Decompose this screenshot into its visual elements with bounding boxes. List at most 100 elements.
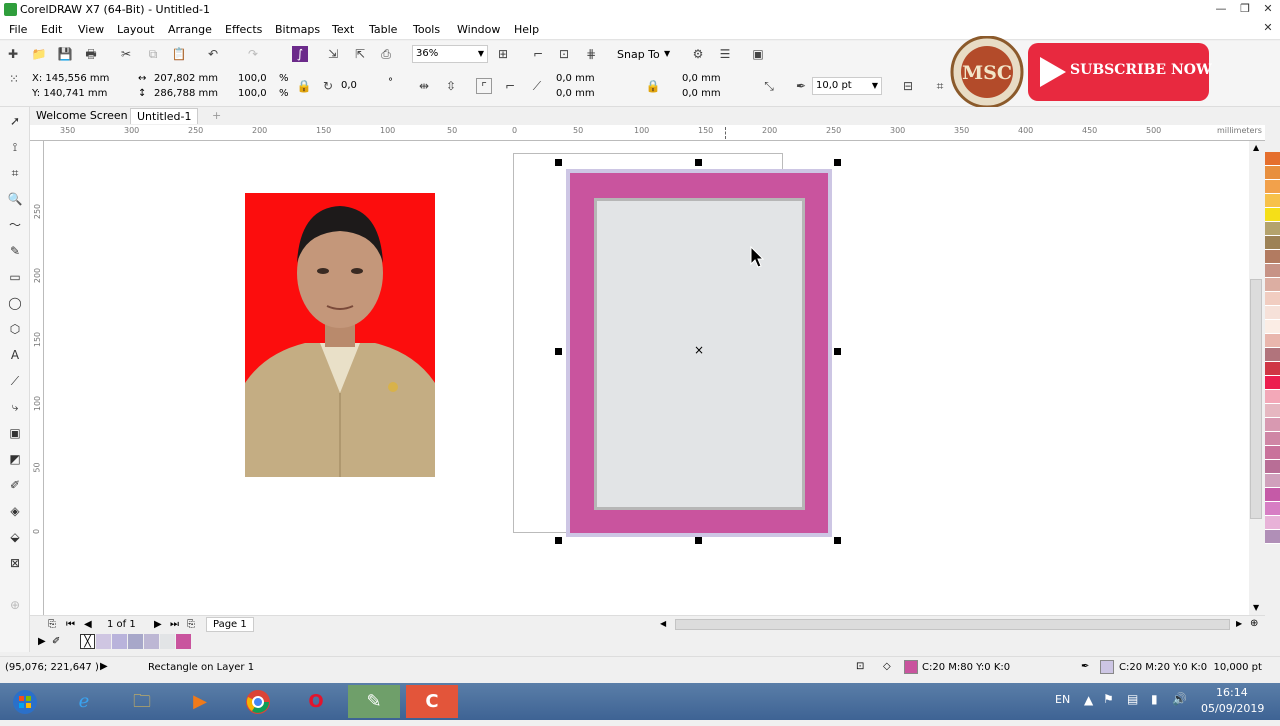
menu-table[interactable]: Table (369, 23, 397, 36)
palette-swatch[interactable] (1265, 194, 1280, 208)
palette-swatch[interactable] (1265, 516, 1280, 530)
palette-swatch[interactable] (1265, 334, 1280, 348)
palette-swatch[interactable] (1265, 180, 1280, 194)
connector-tool-icon[interactable]: ⤷ (6, 398, 24, 416)
y-position[interactable]: Y: 140,741 mm (32, 88, 107, 99)
media-player-icon[interactable]: ▶ (174, 685, 226, 718)
parallel-dimension-icon[interactable]: ⟋ (6, 372, 24, 390)
previous-page-icon[interactable]: ◀ (84, 619, 92, 630)
object-height[interactable]: 286,788 mm (154, 88, 218, 99)
ellipse-tool-icon[interactable]: ◯ (6, 294, 24, 312)
language-indicator[interactable]: EN (1055, 693, 1070, 706)
smart-fill-icon[interactable]: ⬙ (6, 528, 24, 546)
tab-welcome-screen[interactable]: Welcome Screen (30, 108, 134, 124)
menu-effects[interactable]: Effects (225, 23, 262, 36)
vertical-scroll-thumb[interactable] (1250, 279, 1262, 519)
scroll-up-icon[interactable]: ▲ (1253, 143, 1259, 152)
transparency-tool-icon[interactable]: ◩ (6, 450, 24, 468)
subscribe-now-button[interactable]: SUBSCRIBE NOW (1028, 43, 1212, 101)
selection-handle-ml[interactable] (555, 348, 562, 355)
undo-icon[interactable]: ↶ (205, 46, 221, 62)
scale-height[interactable]: 100,0 (238, 88, 267, 99)
first-page-icon[interactable]: ⏮ (66, 619, 75, 630)
add-tab-button[interactable]: + (206, 108, 227, 124)
scroll-left-icon[interactable]: ◀ (660, 619, 666, 628)
color-proofing-icon[interactable]: ⊡ (856, 661, 864, 672)
vertical-scrollbar[interactable]: ▲ ▼ (1249, 141, 1263, 615)
drop-shadow-icon[interactable]: ▣ (6, 424, 24, 442)
scroll-right-icon[interactable]: ▶ (1236, 619, 1242, 628)
windows-start-icon[interactable] (0, 685, 50, 718)
object-width[interactable]: 207,802 mm (154, 73, 218, 84)
palette-swatch[interactable] (1265, 222, 1280, 236)
menu-window[interactable]: Window (457, 23, 500, 36)
paste-icon[interactable]: 📋 (171, 46, 187, 62)
grid-icon[interactable]: ⊡ (556, 46, 572, 62)
interactive-fill-icon[interactable]: ◈ (6, 502, 24, 520)
add-tool-icon[interactable]: ⊕ (6, 596, 24, 614)
outline-tool-icon[interactable]: ⊠ (6, 554, 24, 572)
lock-ratio-icon[interactable]: 🔒 (296, 78, 312, 94)
horizontal-ruler[interactable]: 350 300 250 200 150 100 50 0 50 100 150 … (30, 125, 1265, 141)
doc-color-swatch[interactable] (176, 634, 191, 649)
mirror-vertical-icon[interactable]: ⇳ (443, 78, 459, 94)
object-origin-icon[interactable]: ⁙ (6, 71, 22, 87)
palette-swatch[interactable] (1265, 250, 1280, 264)
palette-swatch[interactable] (1265, 236, 1280, 250)
minimize-button[interactable]: — (1210, 2, 1232, 18)
page-1-tab[interactable]: Page 1 (206, 617, 254, 632)
application-launcher-icon[interactable]: ▣ (750, 46, 766, 62)
palette-flyout-icon[interactable]: ▶ (38, 636, 46, 647)
fill-color-swatch[interactable] (904, 660, 918, 674)
palette-swatch[interactable] (1265, 376, 1280, 390)
scroll-down-icon[interactable]: ▼ (1253, 603, 1259, 612)
cut-icon[interactable]: ✂ (118, 46, 134, 62)
corner-radius-bottom-left[interactable]: 0,0 mm (556, 88, 595, 99)
menu-arrange[interactable]: Arrange (168, 23, 212, 36)
export-icon[interactable]: ⇱ (352, 46, 368, 62)
selection-handle-br[interactable] (834, 537, 841, 544)
chrome-icon[interactable] (232, 685, 284, 718)
doc-color-swatch[interactable] (112, 634, 127, 649)
last-page-icon[interactable]: ⏭ (170, 619, 179, 630)
open-folder-icon[interactable]: 📁 (31, 46, 47, 62)
selection-handle-tr[interactable] (834, 159, 841, 166)
selection-handle-tl[interactable] (555, 159, 562, 166)
doc-color-swatch[interactable] (144, 634, 159, 649)
corner-radius-bottom-right[interactable]: 0,0 mm (682, 88, 721, 99)
doc-close-button[interactable]: ✕ (1257, 21, 1279, 37)
guidelines-icon[interactable]: ⋕ (583, 46, 599, 62)
palette-swatch[interactable] (1265, 390, 1280, 404)
palette-swatch[interactable] (1265, 166, 1280, 180)
mirror-horizontal-icon[interactable]: ⇹ (416, 78, 432, 94)
passport-photo[interactable] (245, 193, 435, 477)
rotation-angle[interactable]: 0,0 (341, 80, 357, 91)
artistic-media-icon[interactable]: ✎ (6, 242, 24, 260)
rulers-icon[interactable]: ⌐ (530, 46, 546, 62)
relative-scaling-icon[interactable]: ⤡ (761, 78, 777, 94)
palette-swatch[interactable] (1265, 278, 1280, 292)
tab-untitled-1[interactable]: Untitled-1 (130, 108, 199, 124)
scale-width[interactable]: 100,0 (238, 73, 267, 84)
selection-handle-bm[interactable] (695, 537, 702, 544)
palette-swatch[interactable] (1265, 306, 1280, 320)
outline-color-swatch[interactable] (1100, 660, 1114, 674)
file-explorer-icon[interactable]: 🗀 (116, 685, 168, 718)
options-icon[interactable]: ⚙ (690, 46, 706, 62)
chamfered-corner-icon[interactable]: ⟋ (529, 78, 545, 94)
scalloped-corner-icon[interactable]: ⌐ (502, 78, 518, 94)
polygon-tool-icon[interactable]: ⬡ (6, 320, 24, 338)
menu-file[interactable]: File (9, 23, 27, 36)
search-content-icon[interactable]: ∫ (292, 46, 308, 62)
selection-handle-mr[interactable] (834, 348, 841, 355)
menu-tools[interactable]: Tools (413, 23, 440, 36)
palette-swatch[interactable] (1265, 432, 1280, 446)
action-center-icon[interactable]: ⚑ (1103, 692, 1114, 706)
menu-edit[interactable]: Edit (41, 23, 62, 36)
x-position[interactable]: X: 145,556 mm (32, 73, 109, 84)
corner-radius-top-right[interactable]: 0,0 mm (682, 73, 721, 84)
palette-swatch[interactable] (1265, 418, 1280, 432)
horizontal-scroll-thumb[interactable] (675, 619, 1230, 630)
maximize-button[interactable]: ❐ (1234, 2, 1256, 18)
freehand-tool-icon[interactable]: 〜 (6, 216, 24, 234)
